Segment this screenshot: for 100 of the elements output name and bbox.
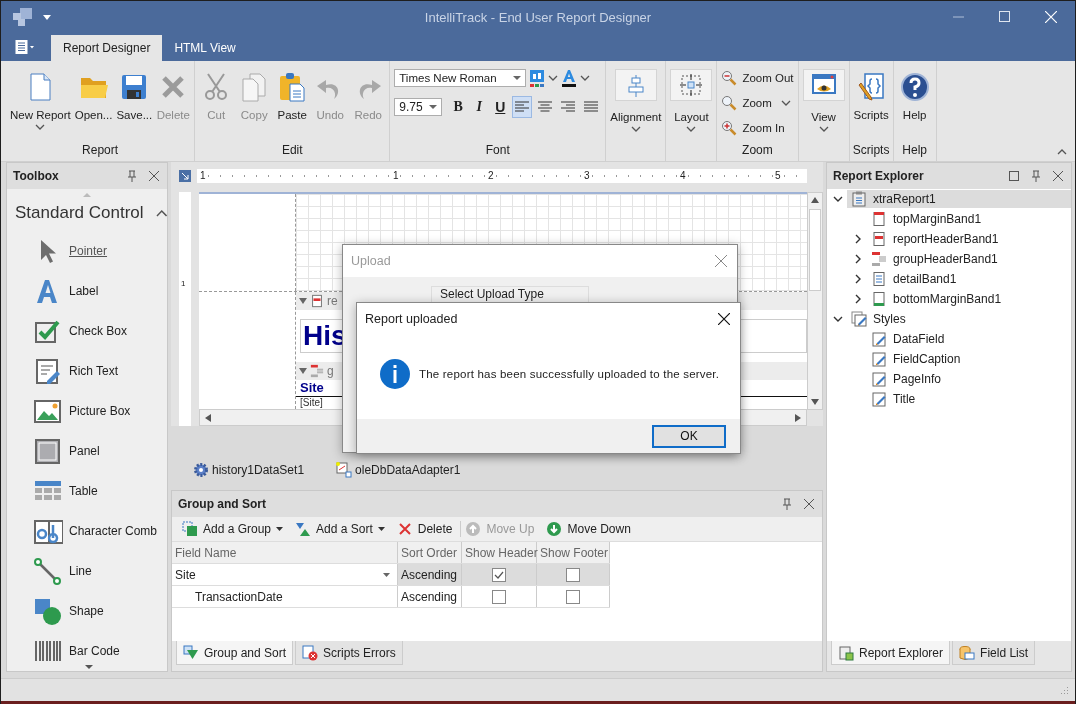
ribbon-button[interactable]: View: [800, 69, 847, 132]
toolbar-button[interactable]: Delete: [392, 521, 457, 537]
zoom-button[interactable]: Zoom Out: [719, 67, 796, 89]
chevron-right-icon[interactable]: [853, 254, 863, 264]
toolbar-button[interactable]: Add a Sort: [291, 521, 389, 537]
font-color-icon[interactable]: [561, 69, 578, 87]
chevron-right-icon[interactable]: [853, 234, 863, 244]
column-header[interactable]: Show Header: [462, 542, 537, 563]
checkbox[interactable]: [492, 567, 506, 582]
vertical-scrollbar[interactable]: [807, 192, 823, 410]
panel-tab[interactable]: Report Explorer: [831, 641, 951, 665]
section-title[interactable]: Standard Control: [15, 203, 144, 223]
chevron-right-icon[interactable]: [853, 274, 863, 284]
toolbox-item[interactable]: Line: [69, 564, 92, 578]
character-comb-icon[interactable]: [33, 517, 63, 545]
ribbon-button[interactable]: Layout: [668, 69, 715, 132]
highlight-color-icon[interactable]: [529, 69, 546, 87]
ribbon-button[interactable]: Save...: [114, 69, 155, 121]
font-style-button[interactable]: I: [470, 96, 489, 118]
panel-tab[interactable]: Scripts Errors: [295, 641, 403, 665]
pin-icon[interactable]: [782, 498, 792, 510]
column-header[interactable]: Show Footer: [537, 542, 610, 563]
chevron-right-icon[interactable]: [853, 294, 863, 304]
chevron-up-icon[interactable]: [155, 209, 167, 217]
font-size-field[interactable]: 9.75: [394, 98, 443, 116]
toolbox-item[interactable]: Pointer: [69, 244, 108, 258]
tree-item[interactable]: detailBand1: [867, 270, 1071, 288]
toolbox-item[interactable]: Rich Text: [69, 364, 119, 378]
chevron-down-icon[interactable]: [833, 314, 843, 324]
shapes-icon[interactable]: [33, 597, 63, 625]
toolbox-item[interactable]: Label: [69, 284, 99, 298]
pin-icon[interactable]: [127, 170, 137, 182]
font-style-button[interactable]: B: [449, 96, 468, 118]
chevron-down-icon[interactable]: [548, 75, 559, 81]
tree-item[interactable]: xtraReport1: [847, 190, 1071, 208]
tree-item[interactable]: bottomMarginBand1: [867, 290, 1071, 308]
tree-item[interactable]: FieldCaption: [867, 350, 1071, 368]
zoom-button[interactable]: Zoom: [719, 92, 796, 114]
adapter-icon[interactable]: [336, 462, 353, 478]
ribbon-button[interactable]: Open...: [72, 69, 115, 121]
scroll-down-icon[interactable]: [85, 665, 93, 669]
ribbon-button[interactable]: Alignment: [608, 69, 664, 132]
ribbon-button[interactable]: New Report: [8, 69, 73, 130]
panel-tab[interactable]: Group and Sort: [176, 641, 294, 665]
image-icon[interactable]: [33, 397, 63, 425]
toolbox-item[interactable]: Character Comb: [69, 524, 158, 538]
scroll-right-icon[interactable]: [795, 413, 801, 422]
tree-item[interactable]: Title: [867, 390, 1071, 408]
ok-button[interactable]: OK: [652, 424, 726, 448]
tree-item[interactable]: Styles: [847, 310, 1071, 328]
align-button[interactable]: [512, 96, 533, 118]
caret-icon[interactable]: [383, 572, 390, 577]
toolbar-button[interactable]: Add a Group: [178, 521, 288, 537]
menu-icon[interactable]: [15, 40, 35, 54]
panel-icon[interactable]: [33, 437, 63, 465]
tree-item[interactable]: PageInfo: [867, 370, 1071, 388]
toolbar-button[interactable]: Move Down: [542, 521, 635, 537]
font-name-field[interactable]: Times New Roman: [394, 69, 527, 87]
rich-text-icon[interactable]: [33, 357, 63, 385]
toolbox-item[interactable]: Check Box: [69, 324, 128, 338]
ribbon-button[interactable]: Help: [895, 69, 934, 121]
ribbon-tab[interactable]: HTML View: [162, 35, 248, 61]
resize-grip-icon[interactable]: [1059, 685, 1069, 695]
tree-item[interactable]: groupHeaderBand1: [867, 250, 1071, 268]
ribbon-tab[interactable]: Report Designer: [51, 35, 163, 61]
line-icon[interactable]: [33, 557, 63, 585]
toolbox-item[interactable]: Shape: [69, 604, 104, 618]
tree-item[interactable]: DataField: [867, 330, 1071, 348]
ribbon-button[interactable]: Paste: [273, 69, 312, 121]
table-row[interactable]: TransactionDate Ascending: [172, 586, 610, 608]
ribbon-button[interactable]: Scripts: [851, 69, 891, 121]
pin-icon[interactable]: [1031, 170, 1041, 182]
tree-item[interactable]: reportHeaderBand1: [867, 230, 1071, 248]
column-header[interactable]: Field Name: [172, 542, 398, 563]
scroll-up-icon[interactable]: [811, 197, 819, 203]
scroll-left-icon[interactable]: [205, 413, 211, 422]
zoom-button[interactable]: Zoom In: [719, 117, 796, 139]
caret-icon[interactable]: [43, 14, 51, 20]
close-icon[interactable]: [718, 313, 730, 325]
gear-icon[interactable]: [193, 462, 209, 478]
toolbox-item[interactable]: Picture Box: [69, 404, 131, 418]
component-label[interactable]: history1DataSet1: [212, 463, 305, 477]
table-row[interactable]: Site Ascending: [172, 564, 610, 586]
panel-tab[interactable]: Field List: [952, 641, 1036, 665]
toolbox-item[interactable]: Bar Code: [69, 644, 120, 658]
toolbox-item[interactable]: Panel: [69, 444, 100, 458]
chevron-up-icon[interactable]: [1057, 149, 1067, 155]
chevron-down-icon[interactable]: [580, 75, 591, 81]
component-label[interactable]: oleDbDataAdapter1: [355, 463, 461, 477]
checkbox[interactable]: [566, 589, 580, 604]
ruler-corner-icon[interactable]: [179, 170, 191, 182]
tree-item[interactable]: topMarginBand1: [867, 210, 1071, 228]
checkbox[interactable]: [492, 589, 506, 604]
scroll-down-icon[interactable]: [811, 399, 819, 405]
checkbox[interactable]: [566, 567, 580, 582]
toolbox-item[interactable]: Table: [69, 484, 98, 498]
maximize-icon[interactable]: [1009, 171, 1019, 181]
font-style-button[interactable]: U: [491, 96, 510, 118]
column-header[interactable]: Sort Order: [398, 542, 462, 563]
chevron-down-icon[interactable]: [833, 194, 843, 204]
